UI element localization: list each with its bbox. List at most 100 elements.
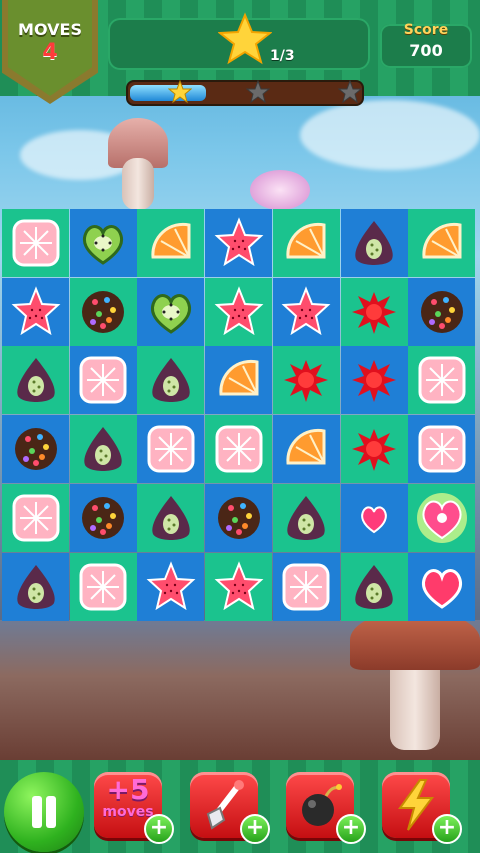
star-jelly-candy-icon[interactable] bbox=[10, 285, 62, 338]
pink-heart-candy-icon[interactable] bbox=[416, 561, 468, 613]
red-splat-candy-icon[interactable] bbox=[280, 354, 332, 406]
grape-drop-candy-icon[interactable] bbox=[10, 561, 62, 613]
board-cell[interactable] bbox=[205, 209, 273, 277]
moves-count: 4 bbox=[42, 40, 58, 65]
board-cell[interactable] bbox=[272, 209, 340, 277]
board-cell[interactable] bbox=[2, 277, 69, 346]
star-icon bbox=[168, 80, 192, 104]
red-splat-candy-icon[interactable] bbox=[348, 286, 400, 338]
board-cell[interactable] bbox=[340, 415, 408, 484]
orange-slice-candy-icon[interactable] bbox=[416, 217, 468, 269]
grapefruit-candy-icon[interactable] bbox=[10, 217, 62, 269]
choco-sprinkle-candy-icon[interactable] bbox=[77, 492, 129, 544]
star-jelly-candy-icon[interactable] bbox=[213, 285, 265, 338]
board-cell[interactable] bbox=[69, 552, 137, 621]
grape-drop-candy-icon[interactable] bbox=[145, 354, 197, 406]
red-splat-candy-icon[interactable] bbox=[348, 354, 400, 406]
lightning-booster-button[interactable]: + bbox=[382, 772, 462, 844]
board-cell[interactable] bbox=[408, 483, 476, 552]
star-jelly-candy-icon[interactable] bbox=[280, 285, 332, 338]
board-cell[interactable] bbox=[2, 209, 69, 277]
kiwi-heart-candy-icon[interactable] bbox=[145, 286, 197, 338]
moves-label: MOVES bbox=[18, 20, 82, 39]
board-cell[interactable] bbox=[137, 415, 205, 484]
board-cell[interactable] bbox=[272, 483, 340, 552]
board-cell[interactable] bbox=[205, 346, 273, 415]
grapefruit-candy-icon[interactable] bbox=[280, 561, 332, 613]
board-cell[interactable] bbox=[408, 415, 476, 484]
board-cell[interactable] bbox=[272, 346, 340, 415]
board-cell[interactable] bbox=[69, 346, 137, 415]
board-cell[interactable] bbox=[137, 483, 205, 552]
board-cell[interactable] bbox=[69, 483, 137, 552]
add-icon[interactable]: + bbox=[336, 814, 366, 844]
star-jelly-candy-icon[interactable] bbox=[213, 560, 265, 613]
grapefruit-candy-icon[interactable] bbox=[416, 354, 468, 406]
board-cell[interactable] bbox=[340, 483, 408, 552]
orange-slice-candy-icon[interactable] bbox=[280, 217, 332, 269]
grape-drop-candy-icon[interactable] bbox=[348, 561, 400, 613]
board-cell[interactable] bbox=[340, 277, 408, 346]
add-icon[interactable]: + bbox=[144, 814, 174, 844]
choco-sprinkle-candy-icon[interactable] bbox=[10, 423, 62, 475]
board-cell[interactable] bbox=[137, 209, 205, 277]
board-cell[interactable] bbox=[137, 346, 205, 415]
star-jelly-candy-icon[interactable] bbox=[145, 560, 197, 613]
grape-drop-candy-icon[interactable] bbox=[348, 217, 400, 269]
score-value: 700 bbox=[409, 41, 443, 60]
board-cell[interactable] bbox=[340, 552, 408, 621]
bomb-booster-button[interactable]: + bbox=[286, 772, 366, 844]
board-cell[interactable] bbox=[272, 277, 340, 346]
board-cell[interactable] bbox=[408, 277, 476, 346]
red-splat-candy-icon[interactable] bbox=[348, 423, 400, 475]
board-cell[interactable] bbox=[2, 346, 69, 415]
board-cell[interactable] bbox=[205, 277, 273, 346]
stars-earned-text: 1/3 bbox=[270, 48, 295, 64]
grapefruit-candy-icon[interactable] bbox=[77, 354, 129, 406]
board-cell[interactable] bbox=[272, 552, 340, 621]
orange-slice-candy-icon[interactable] bbox=[145, 217, 197, 269]
kiwi-heart-candy-icon[interactable] bbox=[77, 217, 129, 269]
orange-slice-candy-icon[interactable] bbox=[213, 354, 265, 406]
board-cell[interactable] bbox=[408, 552, 476, 621]
board-cell[interactable] bbox=[408, 346, 476, 415]
choco-sprinkle-candy-icon[interactable] bbox=[77, 286, 129, 338]
board-cell[interactable] bbox=[2, 552, 69, 621]
board-cell[interactable] bbox=[69, 415, 137, 484]
choco-sprinkle-candy-icon[interactable] bbox=[213, 492, 265, 544]
board-cell[interactable] bbox=[272, 415, 340, 484]
board-cell[interactable] bbox=[137, 552, 205, 621]
choco-sprinkle-candy-icon[interactable] bbox=[416, 286, 468, 338]
glowing-heart-candy-icon[interactable] bbox=[416, 492, 468, 544]
grape-drop-candy-icon[interactable] bbox=[77, 423, 129, 475]
grapefruit-candy-icon[interactable] bbox=[213, 423, 265, 475]
board-cell[interactable] bbox=[69, 209, 137, 277]
pause-button[interactable] bbox=[4, 772, 84, 852]
board-cell[interactable] bbox=[2, 415, 69, 484]
star-jelly-candy-icon[interactable] bbox=[213, 217, 265, 269]
grapefruit-candy-icon[interactable] bbox=[145, 423, 197, 475]
extra-moves-button[interactable]: +5 moves + bbox=[94, 772, 174, 844]
grape-drop-candy-icon[interactable] bbox=[10, 354, 62, 406]
board-cell[interactable] bbox=[137, 277, 205, 346]
grapefruit-candy-icon[interactable] bbox=[416, 423, 468, 475]
shovel-booster-button[interactable]: + bbox=[190, 772, 270, 844]
board-cell[interactable] bbox=[205, 415, 273, 484]
small-heart-candy-icon[interactable] bbox=[348, 492, 400, 544]
add-icon[interactable]: + bbox=[432, 814, 462, 844]
grapefruit-candy-icon[interactable] bbox=[77, 561, 129, 613]
candy-decor bbox=[250, 170, 310, 210]
board-cell[interactable] bbox=[340, 346, 408, 415]
board-cell[interactable] bbox=[205, 483, 273, 552]
star-goal-panel: 1/3 bbox=[108, 12, 370, 70]
grape-drop-candy-icon[interactable] bbox=[145, 492, 197, 544]
orange-slice-candy-icon[interactable] bbox=[280, 423, 332, 475]
board-cell[interactable] bbox=[340, 209, 408, 277]
add-icon[interactable]: + bbox=[240, 814, 270, 844]
board-cell[interactable] bbox=[69, 277, 137, 346]
board-cell[interactable] bbox=[408, 209, 476, 277]
board-cell[interactable] bbox=[205, 552, 273, 621]
board-cell[interactable] bbox=[2, 483, 69, 552]
grapefruit-candy-icon[interactable] bbox=[10, 492, 62, 544]
grape-drop-candy-icon[interactable] bbox=[280, 492, 332, 544]
